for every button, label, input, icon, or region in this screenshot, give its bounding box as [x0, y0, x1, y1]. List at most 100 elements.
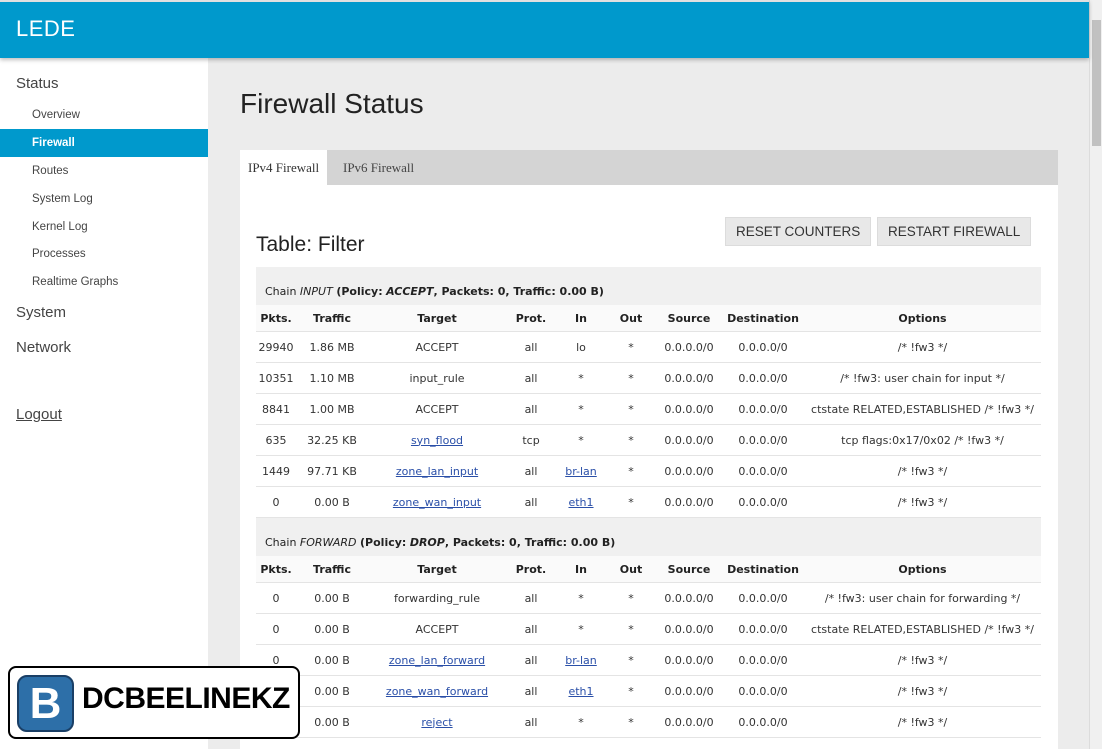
cell-out-wrap: * [606, 676, 656, 706]
target-link[interactable]: reject [421, 716, 452, 729]
column-header-target: Target [417, 311, 457, 325]
column-header-out: Out [619, 562, 643, 576]
cell-in-wrap: eth1 [556, 676, 606, 706]
cell-destination-wrap: 0.0.0.0/0 [722, 676, 804, 706]
target-link[interactable]: zone_lan_forward [389, 654, 485, 667]
target-link[interactable]: zone_lan_input [396, 465, 478, 478]
cell-out: * [628, 653, 634, 667]
cell-source-wrap: 0.0.0.0/0 [656, 614, 722, 644]
cell-traffic-wrap: 0.00 B [296, 487, 368, 517]
cell-out-wrap: * [606, 583, 656, 613]
cell-pkts: 0 [272, 495, 280, 509]
chain-input: Chain INPUT (Policy: ACCEPT, Packets: 0,… [256, 267, 1041, 518]
reset-counters-button[interactable]: RESET COUNTERS [725, 217, 872, 246]
sidebar-item-processes[interactable]: Processes [0, 240, 208, 268]
page-scrollbar[interactable] [1089, 0, 1102, 749]
firewall-table-card: RESET COUNTERS RESTART FIREWALL Table: F… [240, 185, 1058, 749]
logout-link[interactable]: Logout [16, 406, 62, 423]
tab-ipv6-firewall[interactable]: IPv6 Firewall [335, 150, 422, 185]
cell-prot-wrap: all [506, 394, 556, 424]
cell-traffic: 1.10 MB [309, 371, 355, 385]
cell-options-wrap: /* !fw3 */ [804, 707, 1041, 737]
cell-destination-wrap: 0.0.0.0/0 [722, 645, 804, 675]
cell-target-wrap: input_rule [368, 363, 506, 393]
column-header-options: Options [898, 311, 947, 325]
cell-traffic: 0.00 B [314, 715, 350, 729]
cell-traffic: 97.71 KB [307, 464, 357, 478]
cell-prot-wrap: all [506, 332, 556, 362]
column-header-target: Target [417, 562, 457, 576]
cell-options: tcp flags:0x17/0x02 /* !fw3 */ [841, 433, 1004, 447]
cell-pkts: 0 [272, 591, 280, 605]
scrollbar-thumb[interactable] [1092, 20, 1101, 146]
cell-in-wrap: * [556, 583, 606, 613]
table-row: 1449 97.71 KB zone_lan_input all br-lan * 0.0.… [256, 456, 1041, 487]
cell-source: 0.0.0.0/0 [664, 433, 714, 447]
sidebar-item-firewall[interactable]: Firewall [0, 129, 208, 157]
sidebar-category-system[interactable]: System [16, 304, 66, 321]
cell-prot: all [524, 371, 538, 385]
cell-pkts-wrap: 10351 [256, 363, 296, 393]
chain-prefix: Chain [265, 536, 297, 549]
in-link[interactable]: br-lan [565, 654, 597, 667]
column-header-out: Out [619, 311, 643, 325]
table-row: 635 32.25 KB syn_flood tcp * * 0.0.0.0/0 0.0.0.… [256, 425, 1041, 456]
sidebar-category-status[interactable]: Status [16, 75, 59, 92]
cell-destination: 0.0.0.0/0 [738, 622, 788, 636]
cell-pkts-wrap: 0 [256, 487, 296, 517]
sidebar-item-overview[interactable]: Overview [0, 101, 208, 129]
cell-in: * [578, 715, 584, 729]
cell-options-wrap: ctstate RELATED,ESTABLISHED /* !fw3 */ [804, 614, 1041, 644]
cell-destination: 0.0.0.0/0 [738, 653, 788, 667]
cell-options-wrap: tcp flags:0x17/0x02 /* !fw3 */ [804, 425, 1041, 455]
cell-destination: 0.0.0.0/0 [738, 715, 788, 729]
target-link[interactable]: syn_flood [411, 434, 463, 447]
cell-target-wrap: zone_wan_forward [368, 676, 506, 706]
cell-source: 0.0.0.0/0 [664, 464, 714, 478]
target-link[interactable]: zone_wan_forward [386, 685, 488, 698]
column-header-prot: Prot. [515, 311, 547, 325]
cell-destination: 0.0.0.0/0 [738, 495, 788, 509]
cell-source: 0.0.0.0/0 [664, 684, 714, 698]
sidebar-item-routes[interactable]: Routes [0, 157, 208, 185]
cell-in-wrap: br-lan [556, 645, 606, 675]
cell-options: /* !fw3: user chain for forwarding */ [824, 591, 1021, 605]
tab-ipv4-firewall[interactable]: IPv4 Firewall [240, 150, 328, 185]
cell-in: * [578, 402, 584, 416]
chain-name: FORWARD [299, 536, 357, 549]
cell-prot: all [524, 402, 538, 416]
cell-source: 0.0.0.0/0 [664, 402, 714, 416]
cell-options-wrap: ctstate RELATED,ESTABLISHED /* !fw3 */ [804, 394, 1041, 424]
cell-in: lo [576, 340, 586, 354]
sidebar-item-kernel-log[interactable]: Kernel Log [0, 213, 208, 241]
column-header-traffic: Traffic [313, 311, 351, 325]
cell-prot: all [524, 495, 538, 509]
cell-source-wrap: 0.0.0.0/0 [656, 583, 722, 613]
chain-forward: Chain FORWARD (Policy: DROP, Packets: 0,… [256, 518, 1041, 738]
cell-pkts-wrap: 1449 [256, 456, 296, 486]
column-header-source: Source [667, 311, 711, 325]
cell-source-wrap: 0.0.0.0/0 [656, 332, 722, 362]
in-link[interactable]: eth1 [568, 685, 593, 698]
in-link[interactable]: eth1 [568, 496, 593, 509]
chain-prefix: Chain [265, 285, 297, 298]
cell-out: * [628, 464, 634, 478]
sidebar-category-network[interactable]: Network [16, 339, 71, 356]
cell-traffic: 0.00 B [314, 653, 350, 667]
cell-options-wrap: /* !fw3 */ [804, 676, 1041, 706]
cell-traffic-wrap: 1.10 MB [296, 363, 368, 393]
chain-header: Chain FORWARD (Policy: DROP, Packets: 0,… [256, 518, 1041, 556]
cell-traffic-wrap: 0.00 B [296, 707, 368, 737]
restart-firewall-button[interactable]: RESTART FIREWALL [877, 217, 1032, 246]
cell-prot: all [524, 622, 538, 636]
target-link[interactable]: zone_wan_input [393, 496, 481, 509]
in-link[interactable]: br-lan [565, 465, 597, 478]
cell-pkts-wrap: 635 [256, 425, 296, 455]
column-header-destination: Destination [727, 311, 799, 325]
brand-logo[interactable]: LEDE [16, 16, 75, 42]
top-header: LEDE [0, 0, 1089, 58]
sidebar-item-realtime-graphs[interactable]: Realtime Graphs [0, 268, 208, 296]
cell-out-wrap: * [606, 363, 656, 393]
sidebar-item-system-log[interactable]: System Log [0, 185, 208, 213]
cell-target: ACCEPT [415, 622, 459, 636]
